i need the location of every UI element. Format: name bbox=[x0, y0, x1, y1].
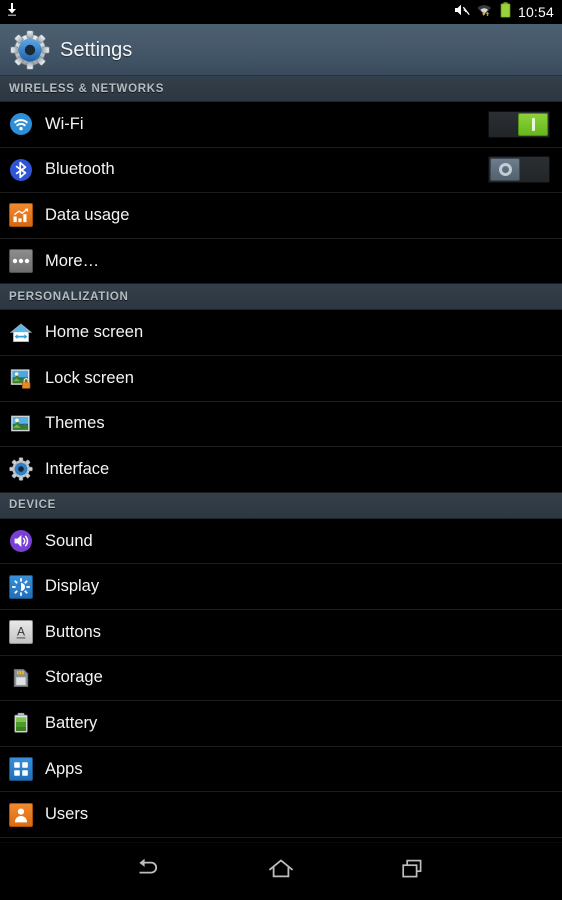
wifi-toggle-switch[interactable] bbox=[488, 110, 550, 138]
more-icon bbox=[7, 247, 35, 275]
bluetooth-icon bbox=[7, 156, 35, 184]
settings-row-apps[interactable]: Apps bbox=[0, 746, 562, 793]
settings-row-display[interactable]: Display bbox=[0, 564, 562, 610]
row-label: Users bbox=[45, 805, 89, 824]
row-label: Buttons bbox=[45, 622, 101, 641]
sound-icon bbox=[7, 527, 35, 555]
navigation-bar bbox=[0, 842, 562, 900]
switch-off-mark bbox=[498, 163, 512, 177]
switch-on-mark bbox=[531, 117, 535, 131]
home-screen-icon bbox=[7, 319, 35, 347]
section-header-personalization: PERSONALIZATION bbox=[0, 284, 562, 311]
row-label: Apps bbox=[45, 759, 83, 778]
row-label: Home screen bbox=[45, 323, 144, 342]
download-icon bbox=[6, 2, 18, 22]
settings-row-wifi[interactable]: Wi-Fi bbox=[0, 102, 562, 148]
home-icon bbox=[268, 858, 294, 885]
settings-row-lock-screen[interactable]: Lock screen bbox=[0, 355, 562, 402]
users-icon bbox=[7, 801, 35, 829]
status-bar-right-icons: 10:54 bbox=[454, 1, 554, 23]
data-usage-icon bbox=[7, 201, 35, 229]
recents-icon bbox=[400, 858, 426, 885]
storage-icon bbox=[7, 664, 35, 692]
row-label: Sound bbox=[45, 531, 93, 550]
switch-thumb bbox=[518, 112, 548, 136]
settings-row-themes[interactable]: Themes bbox=[0, 401, 562, 448]
settings-row-home-screen[interactable]: Home screen bbox=[0, 310, 562, 356]
back-arrow-icon bbox=[136, 858, 162, 885]
status-bar: 10:54 bbox=[0, 0, 562, 24]
recents-button[interactable] bbox=[389, 852, 437, 892]
settings-list[interactable]: WIRELESS & NETWORKS Wi-Fi Bluetooth Data… bbox=[0, 76, 562, 842]
settings-gear-icon bbox=[10, 29, 50, 70]
section-header-device: DEVICE bbox=[0, 492, 562, 519]
settings-row-interface[interactable]: Interface bbox=[0, 447, 562, 493]
settings-row-users[interactable]: Users bbox=[0, 792, 562, 838]
row-label: Themes bbox=[45, 414, 105, 433]
row-label: Bluetooth bbox=[45, 160, 115, 179]
row-label: Display bbox=[45, 577, 100, 596]
section-label: PERSONALIZATION bbox=[9, 290, 129, 303]
settings-row-buttons[interactable]: A Buttons bbox=[0, 609, 562, 656]
settings-row-storage[interactable]: Storage bbox=[0, 655, 562, 702]
row-label: Data usage bbox=[45, 205, 130, 224]
section-label: DEVICE bbox=[9, 499, 57, 512]
action-bar: Settings bbox=[0, 24, 562, 76]
buttons-icon: A bbox=[7, 618, 35, 646]
settings-row-more[interactable]: More… bbox=[0, 238, 562, 285]
page-title: Settings bbox=[60, 38, 133, 61]
row-label: Storage bbox=[45, 668, 103, 687]
wifi-data-icon bbox=[477, 3, 493, 22]
row-label: More… bbox=[45, 251, 100, 270]
display-icon bbox=[7, 573, 35, 601]
section-header-wireless: WIRELESS & NETWORKS bbox=[0, 76, 562, 102]
android-settings-screen: 10:54 Settings WIRELESS & NETWORKS Wi-Fi… bbox=[0, 0, 562, 900]
settings-row-data-usage[interactable]: Data usage bbox=[0, 193, 562, 239]
settings-row-bluetooth[interactable]: Bluetooth bbox=[0, 147, 562, 194]
row-label: Wi-Fi bbox=[45, 114, 84, 133]
battery-icon bbox=[500, 1, 511, 23]
wifi-icon bbox=[7, 110, 35, 138]
switch-thumb bbox=[490, 158, 520, 182]
section-label: WIRELESS & NETWORKS bbox=[9, 82, 165, 95]
apps-icon bbox=[7, 755, 35, 783]
settings-row-sound[interactable]: Sound bbox=[0, 518, 562, 565]
row-label: Battery bbox=[45, 713, 98, 732]
volume-mute-icon bbox=[454, 3, 470, 22]
row-label: Lock screen bbox=[45, 368, 134, 387]
status-bar-clock: 10:54 bbox=[517, 4, 554, 20]
themes-icon bbox=[7, 410, 35, 438]
battery-settings-icon bbox=[7, 709, 35, 737]
bluetooth-toggle-switch[interactable] bbox=[488, 156, 550, 184]
status-bar-left-icons bbox=[6, 2, 18, 22]
row-label: Interface bbox=[45, 459, 110, 478]
svg-text:A: A bbox=[17, 625, 25, 639]
back-button[interactable] bbox=[125, 852, 173, 892]
home-button[interactable] bbox=[257, 852, 305, 892]
lock-screen-icon bbox=[7, 364, 35, 392]
settings-row-battery[interactable]: Battery bbox=[0, 701, 562, 747]
interface-gear-icon bbox=[7, 455, 35, 483]
